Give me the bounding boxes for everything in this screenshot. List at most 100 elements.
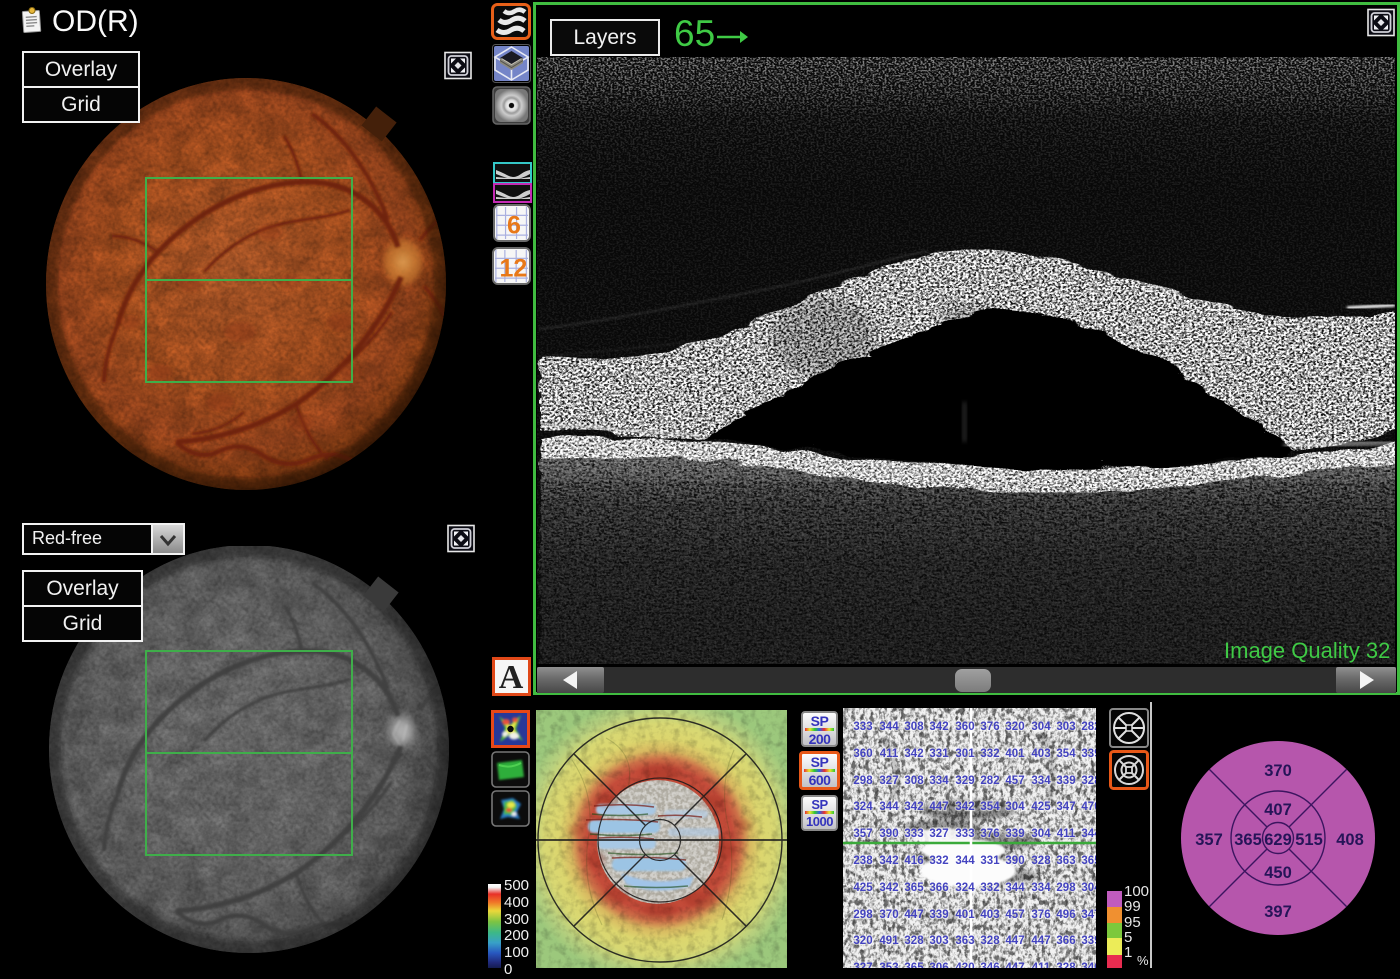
svg-text:334: 334 <box>1031 882 1051 894</box>
svg-text:328: 328 <box>1081 775 1096 787</box>
svg-text:411: 411 <box>1032 962 1051 968</box>
svg-text:332: 332 <box>929 855 948 867</box>
svg-text:629: 629 <box>1264 831 1292 849</box>
svg-text:360: 360 <box>955 721 974 733</box>
svg-text:334: 334 <box>1031 775 1051 787</box>
svg-text:303: 303 <box>929 935 948 947</box>
svg-text:401: 401 <box>1005 748 1025 760</box>
svg-text:324: 324 <box>853 801 873 813</box>
svg-text:344: 344 <box>955 855 975 867</box>
svg-text:457: 457 <box>1005 909 1024 921</box>
svg-text:403: 403 <box>1031 748 1050 760</box>
svg-text:416: 416 <box>904 855 923 867</box>
svg-text:331: 331 <box>929 748 949 760</box>
svg-text:354: 354 <box>980 801 1000 813</box>
svg-text:304: 304 <box>1031 721 1051 733</box>
svg-text:347: 347 <box>1056 801 1075 813</box>
svg-text:370: 370 <box>1264 762 1292 780</box>
svg-text:339: 339 <box>1005 828 1024 840</box>
svg-text:328: 328 <box>980 935 1000 947</box>
svg-text:12: 12 <box>500 255 528 283</box>
svg-text:303: 303 <box>1056 721 1075 733</box>
svg-text:328: 328 <box>1056 962 1076 968</box>
svg-text:328: 328 <box>1031 855 1051 867</box>
svg-text:332: 332 <box>980 748 999 760</box>
svg-text:357: 357 <box>1195 831 1223 849</box>
svg-text:408: 408 <box>1336 831 1364 849</box>
svg-text:363: 363 <box>1056 855 1075 867</box>
svg-text:363: 363 <box>955 935 974 947</box>
svg-text:425: 425 <box>853 882 873 894</box>
svg-text:339: 339 <box>1081 935 1096 947</box>
svg-text:357: 357 <box>853 828 872 840</box>
svg-text:301: 301 <box>955 748 975 760</box>
svg-text:329: 329 <box>955 775 974 787</box>
svg-text:344: 344 <box>879 721 899 733</box>
svg-text:360: 360 <box>853 748 872 760</box>
svg-text:328: 328 <box>904 935 924 947</box>
svg-text:390: 390 <box>879 828 898 840</box>
svg-text:365: 365 <box>904 882 924 894</box>
svg-text:397: 397 <box>1264 903 1292 921</box>
svg-text:342: 342 <box>879 855 898 867</box>
svg-text:334: 334 <box>929 775 949 787</box>
svg-text:339: 339 <box>929 909 948 921</box>
svg-text:457: 457 <box>1005 775 1024 787</box>
svg-text:365: 365 <box>904 962 924 968</box>
svg-text:515: 515 <box>1295 831 1323 849</box>
svg-text:342: 342 <box>879 882 898 894</box>
svg-text:496: 496 <box>1056 909 1075 921</box>
svg-text:304: 304 <box>1031 828 1051 840</box>
svg-text:447: 447 <box>929 801 948 813</box>
svg-text:420: 420 <box>955 962 974 968</box>
svg-text:A: A <box>499 659 524 696</box>
svg-text:376: 376 <box>980 721 999 733</box>
svg-text:366: 366 <box>929 882 948 894</box>
svg-text:370: 370 <box>879 909 898 921</box>
svg-text:366: 366 <box>1056 935 1075 947</box>
svg-text:320: 320 <box>1005 721 1024 733</box>
svg-text:308: 308 <box>904 721 924 733</box>
svg-text:320: 320 <box>853 935 872 947</box>
svg-text:376: 376 <box>1031 909 1050 921</box>
svg-text:306: 306 <box>929 962 948 968</box>
svg-text:346: 346 <box>1081 962 1096 968</box>
svg-text:376: 376 <box>980 828 999 840</box>
svg-text:354: 354 <box>1056 748 1076 760</box>
svg-text:390: 390 <box>1005 855 1024 867</box>
svg-text:339: 339 <box>1056 775 1075 787</box>
svg-text:407: 407 <box>1264 801 1292 819</box>
svg-text:347: 347 <box>1081 909 1096 921</box>
svg-text:491: 491 <box>879 935 899 947</box>
svg-text:327: 327 <box>879 775 898 787</box>
svg-text:304: 304 <box>1005 801 1025 813</box>
svg-text:450: 450 <box>1264 864 1292 882</box>
svg-text:327: 327 <box>929 828 948 840</box>
svg-text:282: 282 <box>980 775 999 787</box>
svg-text:344: 344 <box>1005 882 1025 894</box>
svg-text:304: 304 <box>1081 882 1096 894</box>
svg-text:333: 333 <box>904 828 923 840</box>
svg-text:332: 332 <box>980 882 999 894</box>
svg-text:342: 342 <box>929 721 948 733</box>
svg-text:333: 333 <box>853 721 872 733</box>
svg-text:342: 342 <box>904 801 923 813</box>
svg-text:346: 346 <box>980 962 999 968</box>
svg-text:447: 447 <box>1005 935 1024 947</box>
svg-text:344: 344 <box>879 801 899 813</box>
svg-text:342: 342 <box>955 801 974 813</box>
svg-text:342: 342 <box>904 748 923 760</box>
svg-text:6: 6 <box>507 212 521 240</box>
svg-text:447: 447 <box>904 909 923 921</box>
svg-text:365: 365 <box>1081 855 1096 867</box>
svg-text:470: 470 <box>1081 801 1096 813</box>
svg-text:298: 298 <box>853 909 873 921</box>
svg-text:339: 339 <box>1081 748 1096 760</box>
svg-text:353: 353 <box>879 962 898 968</box>
svg-text:333: 333 <box>955 828 974 840</box>
svg-text:298: 298 <box>1056 882 1076 894</box>
svg-text:411: 411 <box>1057 828 1076 840</box>
svg-text:331: 331 <box>980 855 1000 867</box>
svg-text:401: 401 <box>955 909 975 921</box>
svg-text:327: 327 <box>853 962 872 968</box>
